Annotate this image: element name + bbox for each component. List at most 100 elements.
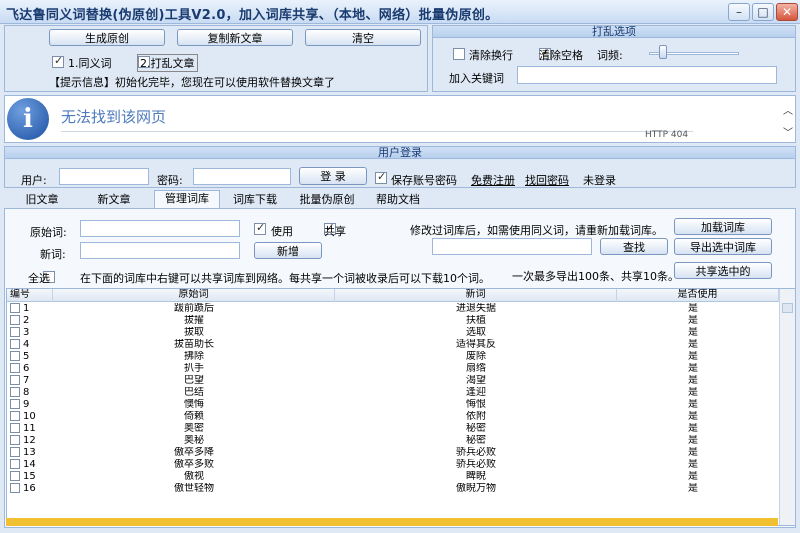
maximize-button[interactable]: □ <box>752 3 774 21</box>
table-row[interactable]: 2 拔擢 扶植 是 <box>7 315 779 327</box>
scroll-down-icon[interactable]: ﹀ <box>783 124 793 139</box>
row-original-word: 傲卒多败 <box>174 459 214 470</box>
frequency-slider-thumb[interactable] <box>658 45 667 59</box>
horizontal-scrollbar[interactable] <box>6 518 778 526</box>
shuffle-label: 2.打乱文章 <box>137 54 198 72</box>
row-enabled: 是 <box>688 483 698 494</box>
tab-old-article[interactable]: 旧文章 <box>20 192 64 208</box>
row-enabled: 是 <box>688 471 698 482</box>
register-link[interactable]: 免费注册 <box>471 172 515 188</box>
row-checkbox[interactable] <box>10 399 20 409</box>
row-new-word: 骄兵必败 <box>456 459 496 470</box>
table-row[interactable]: 3 拔取 选取 是 <box>7 327 779 339</box>
save-password-checkbox[interactable] <box>375 170 387 184</box>
row-checkbox[interactable] <box>10 411 20 421</box>
copy-new-article-button[interactable]: 复制新文章 <box>177 29 293 46</box>
row-checkbox[interactable] <box>10 387 20 397</box>
close-button[interactable]: ✕ <box>776 3 798 21</box>
row-id: 3 <box>23 327 30 338</box>
row-checkbox[interactable] <box>10 483 20 493</box>
row-checkbox[interactable] <box>10 447 20 457</box>
column-header-original[interactable]: 原始词 <box>53 289 335 302</box>
share-label: 共享 <box>324 225 346 238</box>
use-checkbox[interactable] <box>254 221 266 235</box>
divider <box>61 131 693 132</box>
minimize-button[interactable]: – <box>728 3 750 21</box>
table-row[interactable]: 16 傲世轻物 傲睨万物 是 <box>7 483 779 495</box>
table-row[interactable]: 4 拔苗助长 适得其反 是 <box>7 339 779 351</box>
http-code: HTTP 404 <box>645 130 689 140</box>
table-row[interactable]: 11 奥密 秘密 是 <box>7 423 779 435</box>
new-word-input[interactable] <box>80 242 240 259</box>
export-limit-text: 一次最多导出100条、共享10条。 <box>512 270 679 283</box>
row-id: 9 <box>23 399 30 410</box>
original-word-input[interactable] <box>80 220 240 237</box>
row-checkbox[interactable] <box>10 471 20 481</box>
table-row[interactable]: 10 倚赖 依附 是 <box>7 411 779 423</box>
generate-button[interactable]: 生成原创 <box>49 29 165 46</box>
export-selected-button[interactable]: 导出选中词库 <box>674 238 772 255</box>
table-row[interactable]: 5 拂除 废除 是 <box>7 351 779 363</box>
row-checkbox[interactable] <box>10 363 20 373</box>
table-row[interactable]: 14 傲卒多败 骄兵必败 是 <box>7 459 779 471</box>
keyword-label: 加入关键词 <box>449 72 504 85</box>
column-header-enabled[interactable]: 是否使用 <box>617 289 779 302</box>
recover-password-link[interactable]: 找回密码 <box>525 172 569 188</box>
clear-newline-label: 清除换行 <box>469 49 513 62</box>
row-checkbox[interactable] <box>10 459 20 469</box>
row-original-word: 跋前踬后 <box>174 303 214 314</box>
table-row[interactable]: 15 傲视 睥睨 是 <box>7 471 779 483</box>
row-checkbox[interactable] <box>10 339 20 349</box>
column-header-new[interactable]: 新词 <box>335 289 617 302</box>
table-row[interactable]: 6 扒手 扇绺 是 <box>7 363 779 375</box>
keyword-input[interactable] <box>517 66 777 84</box>
row-checkbox[interactable] <box>10 327 20 337</box>
load-dictionary-button[interactable]: 加载词库 <box>674 218 772 235</box>
find-button[interactable]: 查找 <box>600 238 668 255</box>
login-button[interactable]: 登 录 <box>299 167 367 185</box>
table-row[interactable]: 13 傲卒多降 骄兵必败 是 <box>7 447 779 459</box>
table-row[interactable]: 12 奥秘 秘密 是 <box>7 435 779 447</box>
table-row[interactable]: 8 巴结 逢迎 是 <box>7 387 779 399</box>
title-bar: 飞达鲁同义词替换(伪原创)工具V2.0，加入词库共享、（本地、网络）批量伪原创。… <box>0 0 800 24</box>
table-row[interactable]: 7 巴望 渴望 是 <box>7 375 779 387</box>
clear-button[interactable]: 清空 <box>305 29 421 46</box>
user-input[interactable] <box>59 168 149 185</box>
row-original-word: 傲视 <box>184 471 204 482</box>
row-checkbox[interactable] <box>10 423 20 433</box>
tab-manage-dictionary[interactable]: 管理词库 <box>154 190 220 209</box>
row-checkbox[interactable] <box>10 435 20 445</box>
row-new-word: 渴望 <box>466 375 486 386</box>
password-input[interactable] <box>193 168 291 185</box>
add-word-button[interactable]: 新增 <box>254 242 322 259</box>
row-checkbox[interactable] <box>10 303 20 313</box>
clear-newline-checkbox[interactable] <box>453 48 465 60</box>
row-checkbox[interactable] <box>10 375 20 385</box>
row-checkbox[interactable] <box>10 315 20 325</box>
row-original-word: 奥秘 <box>184 435 204 446</box>
scroll-up-icon[interactable]: ︿ <box>783 102 793 117</box>
row-new-word: 逢迎 <box>466 387 486 398</box>
tab-dictionary-download[interactable]: 词库下载 <box>226 192 284 208</box>
vertical-scrollbar[interactable] <box>779 289 795 525</box>
table-row[interactable]: 1 跋前踬后 进退失据 是 <box>7 303 779 315</box>
row-enabled: 是 <box>688 315 698 326</box>
row-enabled: 是 <box>688 459 698 470</box>
row-id: 8 <box>23 387 30 398</box>
tab-batch-rewrite[interactable]: 批量伪原创 <box>292 192 362 208</box>
share-selected-button[interactable]: 共享选中的 <box>674 262 772 279</box>
row-original-word: 扒手 <box>184 363 204 374</box>
login-header: 用户登录 <box>5 147 795 159</box>
column-header-id[interactable]: 编号 <box>7 289 53 302</box>
row-new-word: 废除 <box>466 351 486 362</box>
synonym-checkbox[interactable] <box>52 54 64 68</box>
use-label: 使用 <box>271 225 293 238</box>
table-row[interactable]: 9 懊悔 悔恨 是 <box>7 399 779 411</box>
synonym-label: 1.同义词 <box>68 57 112 70</box>
row-checkbox[interactable] <box>10 351 20 361</box>
tab-new-article[interactable]: 新文章 <box>92 192 136 208</box>
scrollbar-thumb[interactable] <box>782 303 793 313</box>
tab-help[interactable]: 帮助文档 <box>370 192 426 208</box>
search-input[interactable] <box>432 238 592 255</box>
reload-notice: 修改过词库后，如需使用同义词，请重新加载词库。 <box>410 224 663 237</box>
